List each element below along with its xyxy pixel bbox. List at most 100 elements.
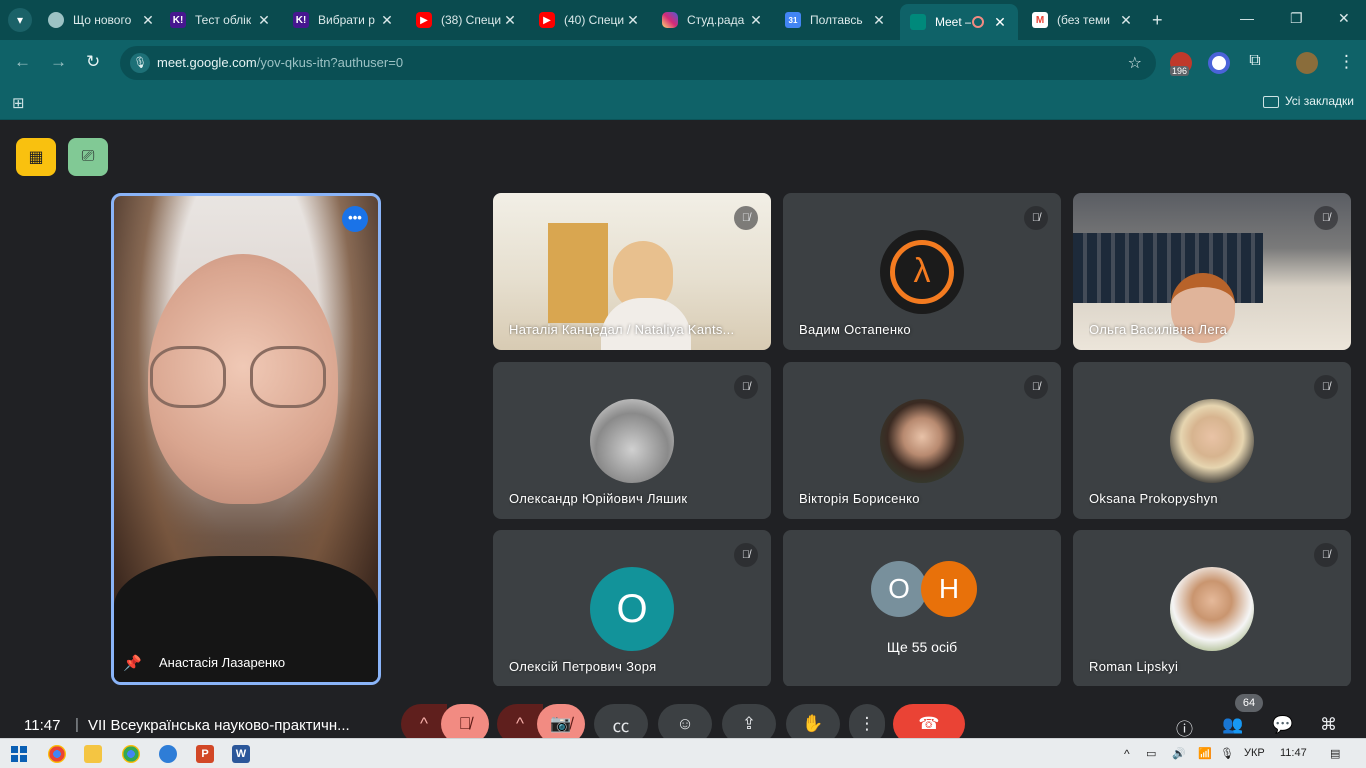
chat-icon[interactable]: 💬 xyxy=(1272,715,1293,735)
tab-youtube-38[interactable]: ▶ (38) Специ ✕ xyxy=(416,6,518,34)
meet-icon xyxy=(910,14,926,30)
chrome-icon[interactable] xyxy=(48,745,66,763)
word-icon[interactable]: W xyxy=(232,745,250,763)
tab-calendar[interactable]: 31 Полтавсь ✕ xyxy=(785,6,887,34)
language-indicator[interactable]: УКР xyxy=(1244,747,1265,759)
people-icon[interactable]: 👥 xyxy=(1222,715,1243,735)
participant-tile[interactable]: 🎙̸ Наталія Канцедал / Nataliya Kants... xyxy=(493,193,771,350)
tab-label: Полтавсь xyxy=(810,13,863,27)
close-window-icon[interactable]: ✕ xyxy=(1338,10,1350,27)
tab-gmail[interactable]: M (без теми ✕ xyxy=(1032,6,1134,34)
more-options-button[interactable]: ••• xyxy=(342,206,368,232)
participant-tile[interactable]: λ 🎙̸ Вадим Остапенко xyxy=(783,193,1061,350)
tab-label: Тест облік xyxy=(195,13,252,27)
close-tab-icon[interactable]: ✕ xyxy=(379,12,395,28)
mic-off-icon: 🎙̸ xyxy=(1314,543,1338,567)
kahoot-icon: K! xyxy=(170,12,186,28)
apps-grid-icon[interactable]: ⊞ xyxy=(12,94,25,112)
more-vert-icon: ⋮ xyxy=(858,714,876,733)
restore-icon[interactable]: ❐ xyxy=(1290,10,1303,27)
close-tab-icon[interactable]: ✕ xyxy=(748,12,764,28)
mic-off-icon: 🎙̸ xyxy=(734,206,758,230)
half-life-logo-icon: λ xyxy=(890,240,954,304)
close-tab-icon[interactable]: ✕ xyxy=(1118,12,1134,28)
meet-stage: ▦ ⎚ ••• 📌 Анастасія Лазаренко 🎙̸ Наталія… xyxy=(0,121,1366,738)
companion-mode-icon[interactable]: ⎚ xyxy=(68,138,108,176)
chrome-profile-icon[interactable] xyxy=(122,745,140,763)
tab-meet[interactable]: Meet – ✕ xyxy=(900,4,1018,40)
participant-tile[interactable]: 🎙̸ Oksana Prokopyshyn xyxy=(1073,362,1351,519)
wifi-icon[interactable]: 📶 xyxy=(1198,747,1212,760)
pinned-participant-tile[interactable]: ••• 📌 Анастасія Лазаренко xyxy=(111,193,381,685)
participant-tile[interactable]: 🎙̸ Ольга Василівна Лега xyxy=(1073,193,1351,350)
tab-label: (38) Специ xyxy=(441,13,502,27)
mic-tray-icon[interactable]: 🎙 xyxy=(1220,747,1234,760)
participant-tile[interactable]: 🎙̸ Олександр Юрійович Ляшик xyxy=(493,362,771,519)
close-tab-icon[interactable]: ✕ xyxy=(625,12,641,28)
meeting-info-icon[interactable]: ⓘ xyxy=(1176,715,1193,740)
minimize-icon[interactable]: — xyxy=(1240,10,1254,26)
pin-icon[interactable]: 📌 xyxy=(123,654,142,672)
forward-icon[interactable]: → xyxy=(50,52,67,72)
close-tab-icon[interactable]: ✕ xyxy=(871,12,887,28)
hang-up-icon: ☎ xyxy=(918,714,940,733)
volume-icon[interactable]: 🔊 xyxy=(1172,747,1186,760)
participant-name: Наталія Канцедал / Nataliya Kants... xyxy=(509,322,735,337)
avatar xyxy=(1170,399,1254,483)
extension-badge: 196 xyxy=(1170,66,1190,76)
tab-whats-new[interactable]: Що нового ✕ xyxy=(48,6,156,34)
tab-instagram[interactable]: Студ.рада ✕ xyxy=(662,6,764,34)
participant-tile[interactable]: О 🎙̸ Олексій Петрович Зоря xyxy=(493,530,771,687)
activities-icon[interactable]: ⌘ xyxy=(1320,715,1337,735)
extensions-puzzle-icon[interactable]: ⧉ xyxy=(1244,52,1266,74)
participant-tile[interactable]: 🎙̸ Вікторія Борисенко xyxy=(783,362,1061,519)
tab-label: (40) Специ xyxy=(564,13,625,27)
close-tab-icon[interactable]: ✕ xyxy=(992,14,1008,30)
close-tab-icon[interactable]: ✕ xyxy=(502,12,518,28)
tray-overflow-icon[interactable]: ^ xyxy=(1124,747,1130,761)
all-bookmarks-label: Усі закладки xyxy=(1284,94,1354,108)
browser-toolbar: ← → ↻ 🎙 meet.google.com/yov-qkus-itn?aut… xyxy=(0,40,1366,86)
participant-name: Олександр Юрійович Ляшик xyxy=(509,491,688,506)
extension-circle-icon[interactable] xyxy=(1208,52,1230,74)
reload-icon[interactable]: ↻ xyxy=(86,52,100,72)
file-explorer-icon[interactable] xyxy=(84,745,102,763)
tab-youtube-40[interactable]: ▶ (40) Специ ✕ xyxy=(539,6,641,34)
edge-icon[interactable] xyxy=(159,745,177,763)
folder-icon xyxy=(1262,95,1279,108)
camera-off-badge-icon[interactable]: ▦ xyxy=(16,138,56,176)
tab-search-button[interactable]: ▾ xyxy=(8,8,32,32)
participant-tile[interactable]: 🎙̸ Roman Lipskyi xyxy=(1073,530,1351,687)
tab-label: Студ.рада xyxy=(687,13,745,27)
site-info-icon[interactable]: 🎙 xyxy=(130,53,150,73)
hand-icon: ✋ xyxy=(802,714,824,733)
bookmark-star-icon[interactable]: ☆ xyxy=(1128,53,1142,73)
avatar: λ xyxy=(880,230,964,314)
tab-kahoot-choose[interactable]: K! Вибрати р ✕ xyxy=(293,6,395,34)
battery-icon[interactable]: ▭ xyxy=(1146,747,1156,760)
mic-off-icon: 🎙̸ xyxy=(1314,206,1338,230)
captions-icon: ㏄ xyxy=(612,716,630,736)
participant-name: Вадим Остапенко xyxy=(799,322,911,337)
glasses-left xyxy=(150,346,226,408)
powerpoint-icon[interactable]: P xyxy=(196,745,214,763)
profile-avatar[interactable] xyxy=(1296,52,1318,74)
close-tab-icon[interactable]: ✕ xyxy=(256,12,272,28)
more-participants-tile[interactable]: О Н Ще 55 осіб xyxy=(783,530,1061,687)
new-tab-button[interactable]: + xyxy=(1152,10,1163,31)
avatar: О xyxy=(871,561,927,617)
browser-menu-icon[interactable]: ⋮ xyxy=(1338,52,1355,72)
close-tab-icon[interactable]: ✕ xyxy=(140,12,156,28)
address-bar[interactable]: 🎙 meet.google.com/yov-qkus-itn?authuser=… xyxy=(120,46,1156,80)
windows-start-icon[interactable] xyxy=(11,746,27,762)
meet-control-bar: 11:47 | VII Всеукраїнська науково-практи… xyxy=(0,686,1366,744)
notifications-icon[interactable]: ▤ xyxy=(1330,747,1340,760)
tab-label: Вибрати р xyxy=(318,13,375,27)
back-icon[interactable]: ← xyxy=(14,52,31,72)
more-participants-label: Ще 55 осіб xyxy=(886,639,958,655)
separator: | xyxy=(75,716,79,733)
tab-kahoot-test[interactable]: K! Тест облік ✕ xyxy=(170,6,272,34)
all-bookmarks-button[interactable]: Усі закладки xyxy=(1262,94,1354,108)
avatar: Н xyxy=(921,561,977,617)
taskbar-clock[interactable]: 11:47 xyxy=(1280,747,1307,759)
